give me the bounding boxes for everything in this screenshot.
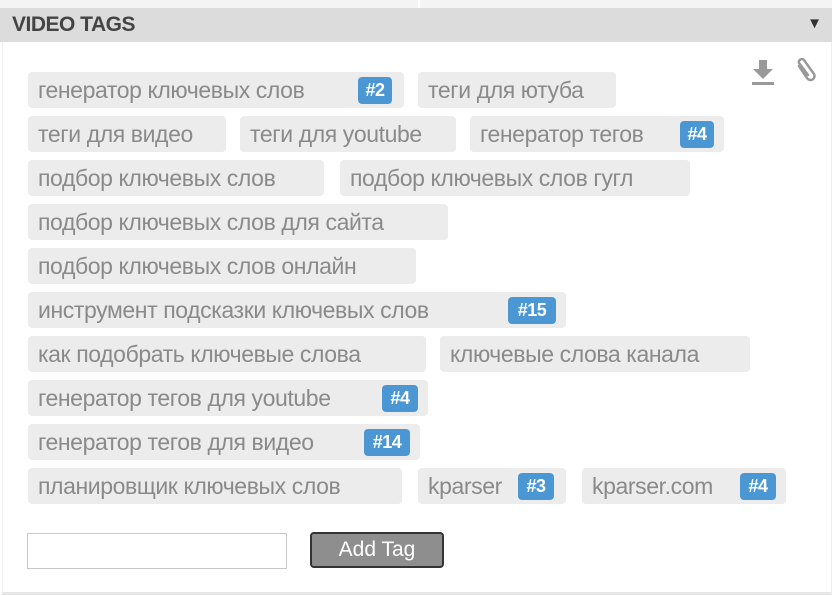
tag-label: kparser [428,473,502,499]
tag-label: планировщик ключевых слов [38,473,341,499]
tag-label: генератор тегов для youtube [38,385,331,411]
tag[interactable]: подбор ключевых слов онлайн [28,248,416,284]
tag-label: подбор ключевых слов [38,165,276,191]
tag[interactable]: генератор тегов для видео #14 [28,424,420,460]
tag[interactable]: инструмент подсказки ключевых слов #15 [28,292,566,328]
tag-label: как подобрать ключевые слова [38,341,361,367]
paperclip-icon[interactable] [793,56,817,82]
tag-label: подбор ключевых слов для сайта [38,209,384,235]
tag-label: теги для ютуба [428,77,584,103]
tag-count-badge: #4 [680,121,714,148]
tag[interactable]: генератор тегов для youtube #4 [28,380,428,416]
add-tag-button[interactable]: Add Tag [310,532,444,568]
panel-header[interactable]: VIDEO TAGS ▼ [0,8,832,42]
tag[interactable]: подбор ключевых слов гугл [340,160,690,196]
tag[interactable]: теги для ютуба [418,72,616,108]
tag[interactable]: kparser.com #4 [582,468,786,504]
tag[interactable]: подбор ключевых слов для сайта [28,204,448,240]
tag-count-badge: #4 [740,473,776,500]
divider [418,0,420,8]
new-tag-input[interactable] [27,533,287,569]
tag[interactable]: ключевые слова канала [440,336,750,372]
tag[interactable]: генератор ключевых слов #2 [28,72,404,108]
tag[interactable]: планировщик ключевых слов [28,468,402,504]
tag-label: генератор тегов [480,121,644,147]
tag-count-badge: #15 [508,297,556,324]
tag-count-badge: #14 [364,429,410,456]
tag-label: генератор ключевых слов [38,77,305,103]
panel-title: VIDEO TAGS [12,13,135,36]
tag-label: подбор ключевых слов гугл [350,165,633,191]
tag-label: теги для видео [38,121,193,147]
tag[interactable]: подбор ключевых слов [28,160,324,196]
tag-count-badge: #4 [382,385,418,412]
tag[interactable]: как подобрать ключевые слова [28,336,426,372]
tag-label: ключевые слова канала [450,341,699,367]
tag-label: инструмент подсказки ключевых слов [38,297,429,323]
tag-count-badge: #3 [518,473,554,500]
tag-count-badge: #2 [358,77,392,104]
tag-label: подбор ключевых слов онлайн [38,253,357,279]
triangle-down-icon[interactable]: ▼ [807,15,822,32]
tag-label: генератор тегов для видео [38,429,314,455]
download-icon[interactable] [751,58,775,86]
tag[interactable]: теги для видео [28,116,226,152]
tag-label: kparser.com [592,473,713,499]
top-strip [0,0,832,8]
tag[interactable]: теги для youtube [240,116,456,152]
tag[interactable]: генератор тегов #4 [470,116,724,152]
tag[interactable]: kparser #3 [418,468,566,504]
tag-label: теги для youtube [250,121,422,147]
